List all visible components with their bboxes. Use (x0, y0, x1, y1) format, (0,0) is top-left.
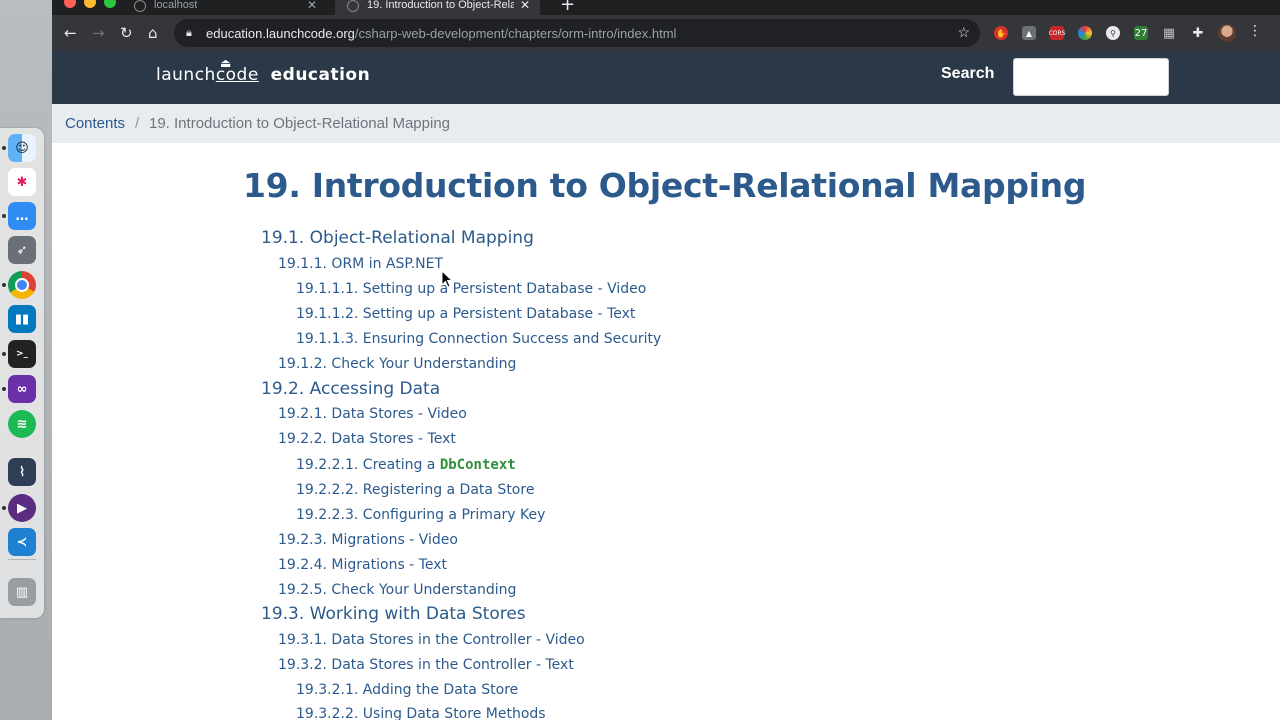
trello-icon[interactable]: ▮▮ (8, 305, 36, 333)
running-indicator (2, 283, 6, 287)
chrome-icon[interactable] (8, 271, 36, 299)
toc-link[interactable]: 19.2.2. Data Stores - Text (278, 431, 456, 447)
terminal-icon[interactable]: >_ (8, 340, 36, 368)
close-tab-icon[interactable]: ✕ (520, 0, 530, 12)
calendar-extension-icon[interactable]: 27 (1134, 26, 1148, 40)
toc-link[interactable]: 19.3.2.2. Using Data Store Methods (296, 706, 546, 720)
toc-link[interactable]: 19.1.1.3. Ensuring Connection Success an… (296, 331, 661, 347)
browser-menu-icon[interactable]: ⋮ (1248, 23, 1262, 39)
back-button[interactable]: ← (64, 23, 77, 43)
launchpad-icon[interactable]: ➶ (8, 236, 36, 264)
close-window-button[interactable] (64, 0, 76, 8)
globe-icon (347, 0, 359, 12)
breadcrumb-contents-link[interactable]: Contents (65, 115, 125, 132)
logo-text-launch: launch (156, 65, 216, 85)
toc-link[interactable]: 19.3. Working with Data Stores (261, 604, 526, 624)
globe-icon (134, 0, 146, 12)
reload-button[interactable]: ↻ (120, 23, 133, 43)
toc-link[interactable]: 19.1.1. ORM in ASP.NET (278, 256, 443, 272)
toc-link[interactable]: 19.2.2.2. Registering a Data Store (296, 482, 534, 498)
mysql-workbench-icon[interactable]: ⌇ (8, 458, 36, 486)
lock-icon[interactable]: 🔒︎ (186, 27, 200, 40)
tab-orm-intro[interactable]: 19. Introduction to Object-Relational Ma… (335, 0, 540, 15)
toc-link-text: 19.2.2.1. Creating a (296, 457, 440, 473)
extensions-puzzle-icon[interactable]: ✚ (1191, 26, 1205, 41)
toc-link[interactable]: 19.1.1.2. Setting up a Persistent Databa… (296, 306, 635, 322)
url-host: education.launchcode.org (206, 25, 355, 41)
screen-recorder-icon[interactable]: ▶ (8, 494, 36, 522)
adblock-extension-icon[interactable]: ✋ (994, 26, 1008, 40)
home-button[interactable]: ⌂ (148, 23, 158, 43)
tab-title: 19. Introduction to Object-Relational Ma… (367, 0, 514, 11)
toc-link[interactable]: 19.2.5. Check Your Understanding (278, 582, 516, 598)
slack-icon[interactable]: ✱ (8, 168, 36, 196)
toc-link[interactable]: 19.2.2.3. Configuring a Primary Key (296, 507, 545, 523)
finder-icon[interactable]: ☺ (8, 134, 36, 162)
tab-title: localhost (154, 0, 198, 11)
toc-link[interactable]: 19.1.1.1. Setting up a Persistent Databa… (296, 281, 646, 297)
breadcrumb: Contents / 19. Introduction to Object-Re… (52, 104, 1280, 143)
inline-code: DbContext (439, 457, 516, 473)
page-title: 19. Introduction to Object-Relational Ma… (243, 166, 1087, 205)
browser-window: localhost ✕ 19. Introduction to Object-R… (52, 0, 1280, 720)
rocket-icon: ⏏ (220, 56, 232, 70)
search-extension-icon[interactable]: ⚲ (1106, 26, 1120, 40)
drive-extension-icon[interactable]: ▲ (1022, 26, 1036, 40)
trash-icon[interactable]: ▥ (8, 578, 36, 606)
cors-extension-icon[interactable]: CORS (1049, 26, 1065, 40)
visual-studio-icon[interactable]: ∞ (8, 375, 36, 403)
spotify-icon[interactable]: ≋ (8, 410, 36, 438)
dock-separator (8, 559, 36, 560)
forward-button[interactable]: → (92, 23, 105, 43)
breadcrumb-separator: / (135, 115, 140, 132)
running-indicator (2, 146, 6, 150)
color-extension-icon[interactable] (1078, 26, 1092, 40)
profile-avatar[interactable] (1218, 24, 1236, 42)
toc-link[interactable]: 19.3.2. Data Stores in the Controller - … (278, 657, 574, 673)
search-input[interactable] (1013, 58, 1169, 96)
minimize-window-button[interactable] (84, 0, 96, 8)
launchcode-logo[interactable]: launchcode education (156, 65, 370, 85)
toc-link[interactable]: 19.3.1. Data Stores in the Controller - … (278, 632, 585, 648)
toc-link[interactable]: 19.2.2.1. Creating a DbContext (296, 457, 516, 473)
running-indicator (2, 506, 6, 510)
running-indicator (2, 352, 6, 356)
site-header: launchcode education ⏏ Search (52, 51, 1280, 104)
new-tab-button[interactable]: + (560, 0, 575, 15)
running-indicator (2, 387, 6, 391)
address-bar[interactable]: 🔒︎ education.launchcode.org/csharp-web-d… (174, 19, 980, 47)
mouse-cursor-icon (441, 270, 453, 288)
toc-link[interactable]: 19.2.4. Migrations - Text (278, 557, 447, 573)
running-indicator (2, 214, 6, 218)
bookmark-star-icon[interactable]: ☆ (957, 24, 970, 41)
toc-link[interactable]: 19.2.1. Data Stores - Video (278, 406, 467, 422)
close-tab-icon[interactable]: ✕ (307, 0, 317, 12)
toc-link[interactable]: 19.2. Accessing Data (261, 379, 440, 399)
logo-text-education: education (270, 65, 371, 85)
messages-icon[interactable]: … (8, 202, 36, 230)
vscode-icon[interactable]: ≺ (8, 528, 36, 556)
dock: ☺ ✱ … ➶ ▮▮ >_ ∞ ≋ ⌇ ▶ ≺ ▥ (0, 128, 44, 618)
browser-toolbar: ← → ↻ ⌂ 🔒︎ education.launchcode.org/csha… (52, 15, 1280, 51)
grid-extension-icon[interactable]: ▦ (1162, 26, 1176, 41)
search-label: Search (941, 65, 995, 82)
breadcrumb-current: 19. Introduction to Object-Relational Ma… (149, 115, 451, 132)
toc-link[interactable]: 19.1.2. Check Your Understanding (278, 356, 516, 372)
url-path: /csharp-web-development/chapters/orm-int… (354, 25, 677, 41)
zoom-window-button[interactable] (104, 0, 116, 8)
toc-link[interactable]: 19.1. Object-Relational Mapping (261, 228, 534, 248)
toc-link[interactable]: 19.3.2.1. Adding the Data Store (296, 682, 518, 698)
tab-strip: localhost ✕ 19. Introduction to Object-R… (52, 0, 1280, 15)
toc-link[interactable]: 19.2.3. Migrations - Video (278, 532, 458, 548)
tab-localhost[interactable]: localhost ✕ (122, 0, 327, 15)
